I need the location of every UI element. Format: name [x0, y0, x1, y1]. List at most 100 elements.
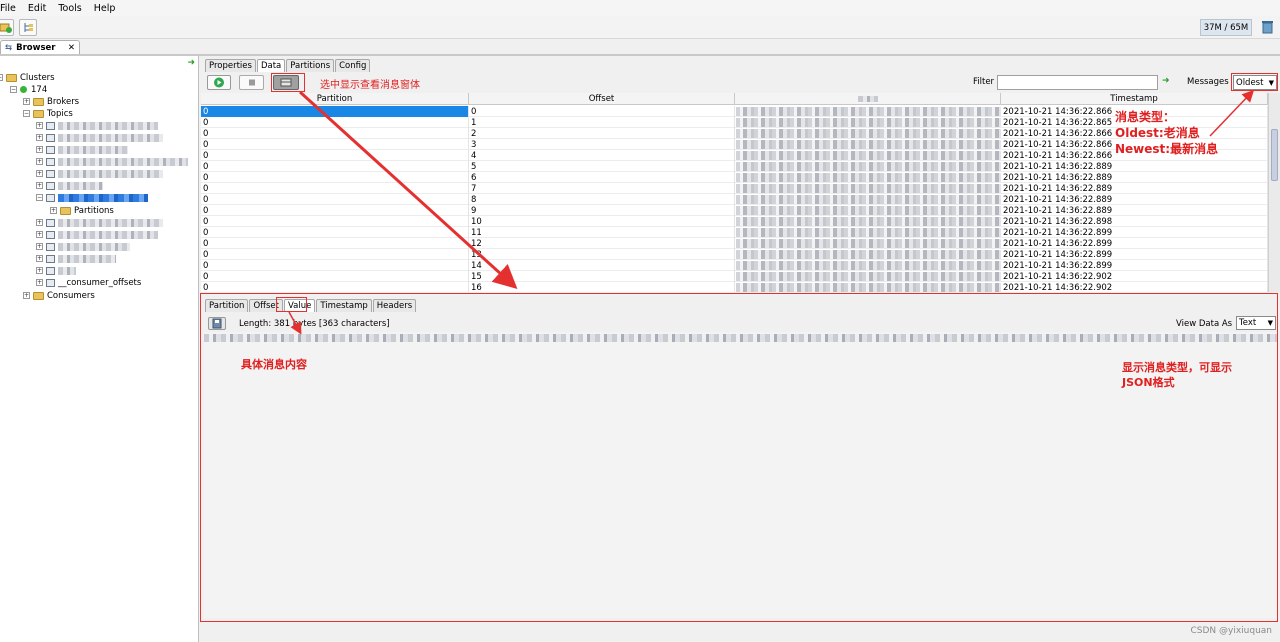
- topic-item[interactable]: +: [36, 180, 103, 191]
- table-row[interactable]: 0 1 2021-10-21 14:36:22.865: [201, 117, 1268, 128]
- tab-partitions[interactable]: Partitions: [286, 59, 335, 72]
- topic-item-selected[interactable]: −: [36, 192, 148, 203]
- view-as-select[interactable]: Text ▼: [1236, 316, 1276, 330]
- stop-button[interactable]: [239, 75, 264, 90]
- table-row[interactable]: 0 14 2021-10-21 14:36:22.899: [201, 260, 1268, 271]
- connect-button[interactable]: [0, 19, 14, 36]
- topic-item[interactable]: +: [36, 144, 128, 155]
- scrollbar-thumb[interactable]: [1271, 129, 1278, 181]
- tab-offset[interactable]: Offset: [249, 299, 283, 312]
- expand-icon[interactable]: +: [36, 279, 43, 286]
- tab-value[interactable]: Value: [283, 299, 316, 312]
- tree-item-consumer-offsets[interactable]: + __consumer_offsets: [36, 277, 141, 288]
- topic-item[interactable]: +: [36, 241, 130, 252]
- tree-view-button[interactable]: [19, 19, 37, 36]
- table-row[interactable]: 0 16 2021-10-21 14:36:22.902: [201, 282, 1268, 292]
- table-row[interactable]: 0 7 2021-10-21 14:36:22.889: [201, 183, 1268, 194]
- expand-icon[interactable]: +: [36, 267, 43, 274]
- menu-edit[interactable]: Edit: [22, 3, 52, 14]
- table-row[interactable]: 0 8 2021-10-21 14:36:22.889: [201, 194, 1268, 205]
- column-value[interactable]: [735, 93, 1001, 105]
- topic-item[interactable]: +: [36, 168, 163, 179]
- expand-icon[interactable]: +: [36, 255, 43, 262]
- tree-item-cluster[interactable]: −174: [10, 84, 47, 95]
- run-button[interactable]: [207, 75, 231, 90]
- tree-item-topics[interactable]: − Topics: [23, 108, 73, 119]
- tab-data[interactable]: Data: [256, 59, 286, 72]
- topic-item[interactable]: +: [36, 217, 163, 228]
- expand-icon[interactable]: +: [36, 219, 43, 226]
- message-content-area[interactable]: [204, 332, 1277, 618]
- menu-help[interactable]: Help: [88, 3, 122, 14]
- expand-icon[interactable]: +: [36, 182, 43, 189]
- menu-file[interactable]: File: [0, 3, 22, 14]
- table-row[interactable]: 0 6 2021-10-21 14:36:22.889: [201, 172, 1268, 183]
- filter-input[interactable]: [997, 75, 1158, 90]
- memory-indicator[interactable]: 37M / 65M: [1200, 19, 1252, 36]
- cluster-tree[interactable]: ➜ −Clusters −174 +Brokers −Topics + + + …: [0, 56, 199, 642]
- topic-item[interactable]: +: [36, 253, 116, 264]
- tab-properties[interactable]: Properties: [205, 59, 256, 72]
- apply-filter-icon[interactable]: ➜: [1162, 76, 1170, 86]
- table-scrollbar[interactable]: [1268, 93, 1280, 292]
- topic-name-redacted: [58, 157, 188, 166]
- column-partition[interactable]: Partition: [201, 93, 469, 105]
- expand-icon[interactable]: +: [36, 243, 43, 250]
- topic-item[interactable]: +: [36, 132, 163, 143]
- cell-partition: 0: [201, 260, 469, 271]
- column-offset[interactable]: Offset: [469, 93, 735, 105]
- cell-partition: 0: [201, 128, 469, 139]
- cell-partition: 0: [201, 282, 469, 292]
- tree-item-brokers[interactable]: + Brokers: [23, 96, 79, 107]
- messages-table[interactable]: Partition Offset Timestamp 0 0 2021-10-21 …: [201, 93, 1268, 292]
- topic-item[interactable]: +: [36, 120, 158, 131]
- topic-item[interactable]: +: [36, 229, 158, 240]
- table-row[interactable]: 0 4 2021-10-21 14:36:22.866: [201, 150, 1268, 161]
- collapse-icon[interactable]: −: [10, 86, 17, 93]
- tree-item-clusters[interactable]: −Clusters: [0, 72, 55, 83]
- table-row[interactable]: 0 3 2021-10-21 14:36:22.866: [201, 139, 1268, 150]
- trash-icon[interactable]: [1262, 20, 1273, 34]
- expand-icon[interactable]: +: [23, 292, 30, 299]
- expand-icon[interactable]: +: [36, 122, 43, 129]
- tab-partition[interactable]: Partition: [205, 299, 249, 312]
- annotation-view-button: 选中显示查看消息窗体: [320, 80, 420, 91]
- collapse-icon[interactable]: −: [0, 74, 3, 81]
- save-button[interactable]: [208, 317, 226, 330]
- collapse-icon[interactable]: −: [36, 194, 43, 201]
- table-row[interactable]: 0 5 2021-10-21 14:36:22.889: [201, 161, 1268, 172]
- expand-icon[interactable]: +: [23, 98, 30, 105]
- tree-item-partitions[interactable]: + Partitions: [50, 205, 114, 216]
- expand-icon[interactable]: +: [36, 146, 43, 153]
- topic-item[interactable]: +: [36, 156, 188, 167]
- tree-item-consumers[interactable]: + Consumers: [23, 290, 95, 301]
- tab-headers[interactable]: Headers: [372, 299, 417, 312]
- chevron-down-icon: ▼: [1268, 78, 1274, 87]
- annotation-newest: Newest:最新消息: [1115, 142, 1219, 156]
- table-row[interactable]: 0 15 2021-10-21 14:36:22.902: [201, 271, 1268, 282]
- expand-icon[interactable]: +: [36, 134, 43, 141]
- messages-select[interactable]: Oldest ▼: [1233, 75, 1277, 90]
- table-row[interactable]: 0 11 2021-10-21 14:36:22.899: [201, 227, 1268, 238]
- topic-item[interactable]: +: [36, 265, 76, 276]
- table-row[interactable]: 0 12 2021-10-21 14:36:22.899: [201, 238, 1268, 249]
- refresh-icon[interactable]: ➜: [187, 58, 195, 68]
- show-message-pane-button[interactable]: [273, 75, 299, 90]
- column-timestamp[interactable]: Timestamp: [1001, 93, 1268, 105]
- close-icon[interactable]: ✕: [68, 43, 75, 53]
- expand-icon[interactable]: +: [36, 158, 43, 165]
- collapse-icon[interactable]: −: [23, 110, 30, 117]
- tab-config[interactable]: Config: [335, 59, 371, 72]
- table-row[interactable]: 0 9 2021-10-21 14:36:22.889: [201, 205, 1268, 216]
- cell-offset: 1: [469, 117, 735, 128]
- table-row[interactable]: 0 0 2021-10-21 14:36:22.866: [201, 106, 1268, 117]
- tab-timestamp[interactable]: Timestamp: [316, 299, 372, 312]
- expand-icon[interactable]: +: [36, 170, 43, 177]
- browser-tab[interactable]: ⇆ Browser ✕: [0, 40, 80, 54]
- table-row[interactable]: 0 10 2021-10-21 14:36:22.898: [201, 216, 1268, 227]
- menu-tools[interactable]: Tools: [52, 3, 87, 14]
- expand-icon[interactable]: +: [36, 231, 43, 238]
- table-row[interactable]: 0 2 2021-10-21 14:36:22.866: [201, 128, 1268, 139]
- expand-icon[interactable]: +: [50, 207, 57, 214]
- table-row[interactable]: 0 13 2021-10-21 14:36:22.899: [201, 249, 1268, 260]
